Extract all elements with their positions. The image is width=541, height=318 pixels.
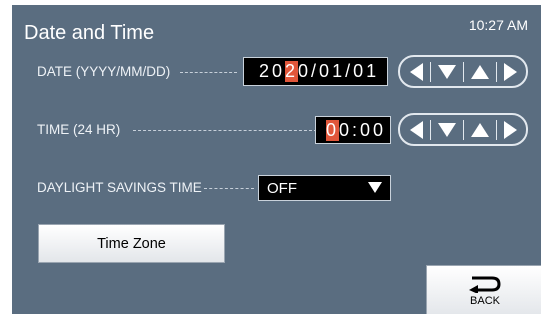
date-value-end: 0/01/01: [298, 61, 380, 81]
arrow-down-icon[interactable]: [437, 64, 456, 79]
time-cursor-digit: 0: [326, 119, 340, 141]
divider: [429, 61, 431, 82]
clock: 10:27 AM: [468, 17, 528, 33]
divider: [429, 119, 431, 140]
dst-label: DAYLIGHT SAVINGS TIME: [37, 180, 202, 195]
divider: [462, 119, 464, 140]
arrow-left-icon[interactable]: [409, 120, 423, 139]
time-zone-button[interactable]: Time Zone: [38, 224, 225, 263]
arrow-right-icon[interactable]: [503, 120, 517, 139]
divider: [462, 61, 464, 82]
dst-leader-line: [204, 188, 254, 189]
divider: [495, 119, 497, 140]
back-return-icon: [469, 276, 501, 293]
arrow-up-icon[interactable]: [470, 122, 489, 137]
time-value-end: 0:00: [339, 119, 387, 140]
back-button[interactable]: BACK: [426, 265, 541, 314]
time-leader-line: [133, 130, 317, 131]
arrow-right-icon[interactable]: [503, 62, 517, 81]
date-field[interactable]: 20 2 0/01/01: [243, 57, 388, 86]
time-label: TIME (24 HR): [37, 122, 121, 137]
date-cursor-digit: 2: [285, 61, 299, 82]
arrow-down-icon[interactable]: [437, 122, 456, 137]
date-label: DATE (YYYY/MM/DD): [37, 64, 171, 79]
page-title: Date and Time: [24, 22, 155, 44]
time-zone-button-label: Time Zone: [97, 235, 166, 252]
date-value-start: 20: [259, 61, 286, 81]
arrow-up-icon[interactable]: [470, 64, 489, 79]
date-time-screen: Date and Time 10:27 AM DATE (YYYY/MM/DD)…: [12, 5, 541, 314]
arrow-left-icon[interactable]: [409, 62, 423, 81]
time-field[interactable]: 0 0:00: [315, 116, 391, 144]
dst-select[interactable]: OFF: [258, 175, 391, 201]
dst-selected-value: OFF: [267, 179, 297, 197]
date-leader-line: [180, 72, 237, 73]
dropdown-triangle-icon: [368, 182, 382, 193]
time-arrow-pad: [398, 113, 528, 146]
back-button-label: BACK: [470, 295, 500, 307]
divider: [495, 61, 497, 82]
date-arrow-pad: [398, 55, 528, 88]
